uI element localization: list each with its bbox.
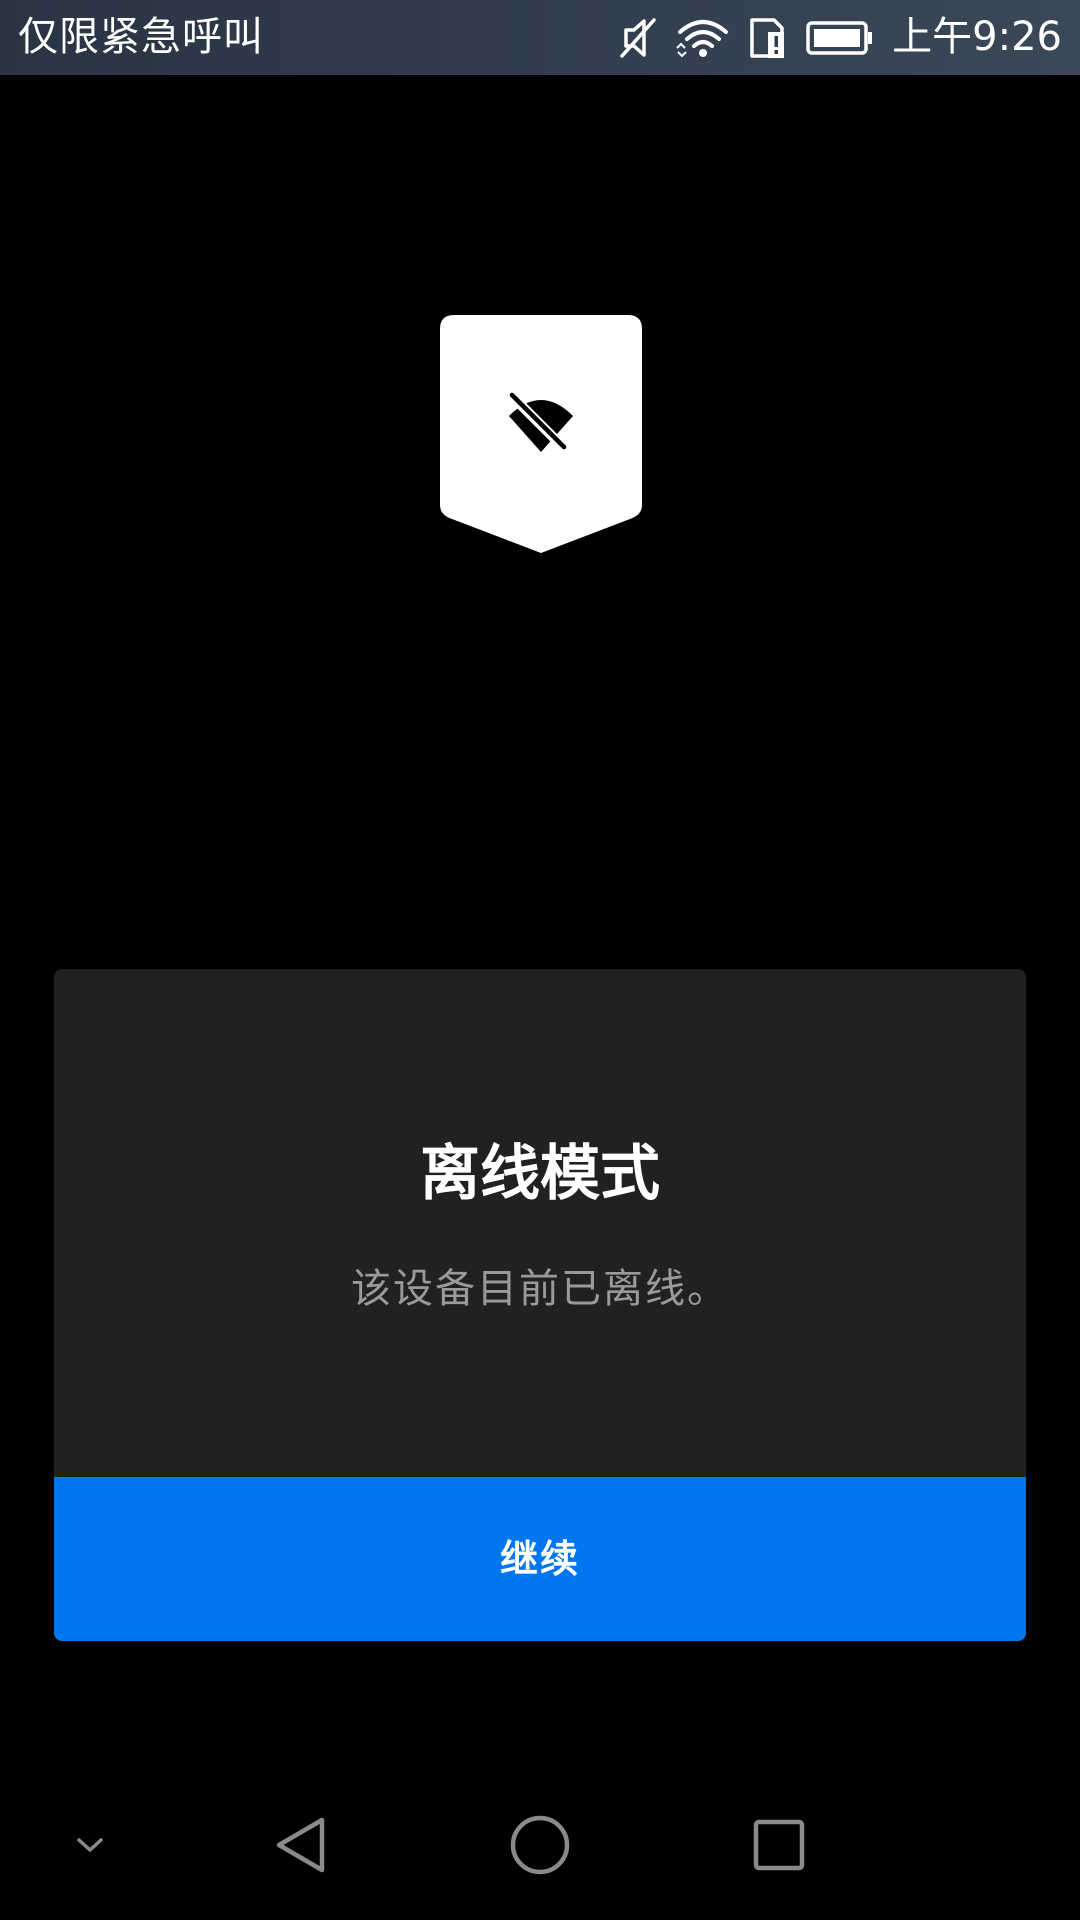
home-icon [510,1815,570,1875]
back-icon [276,1817,325,1873]
carrier-status-text: 仅限紧急呼叫 [18,14,264,60]
home-button[interactable] [490,1770,590,1920]
navigation-bar [0,1770,1080,1920]
collapse-icon [77,1838,103,1852]
offline-dialog: 离线模式 该设备目前已离线。 继续 [54,969,1026,1641]
recents-icon [753,1819,805,1871]
status-bar: 仅限紧急呼叫 上午9:26 [0,0,1080,75]
continue-button[interactable]: 继续 [54,1477,1026,1641]
battery-icon [806,20,874,55]
wifi-icon [676,18,730,58]
screen: 仅限紧急呼叫 上午9:26 离线模式 该设备目前已离线。 继续 [0,0,1080,1920]
collapse-nav-button[interactable] [40,1770,140,1920]
offline-badge [440,315,642,553]
status-time: 上午9:26 [892,14,1062,60]
mute-icon [618,16,658,60]
recents-button[interactable] [729,1770,829,1920]
back-button[interactable] [250,1770,350,1920]
sim-alert-icon [748,16,788,60]
dialog-title: 离线模式 [420,1139,660,1209]
status-icons: 上午9:26 [618,0,1062,75]
dialog-message: 该设备目前已离线。 [351,1266,729,1312]
